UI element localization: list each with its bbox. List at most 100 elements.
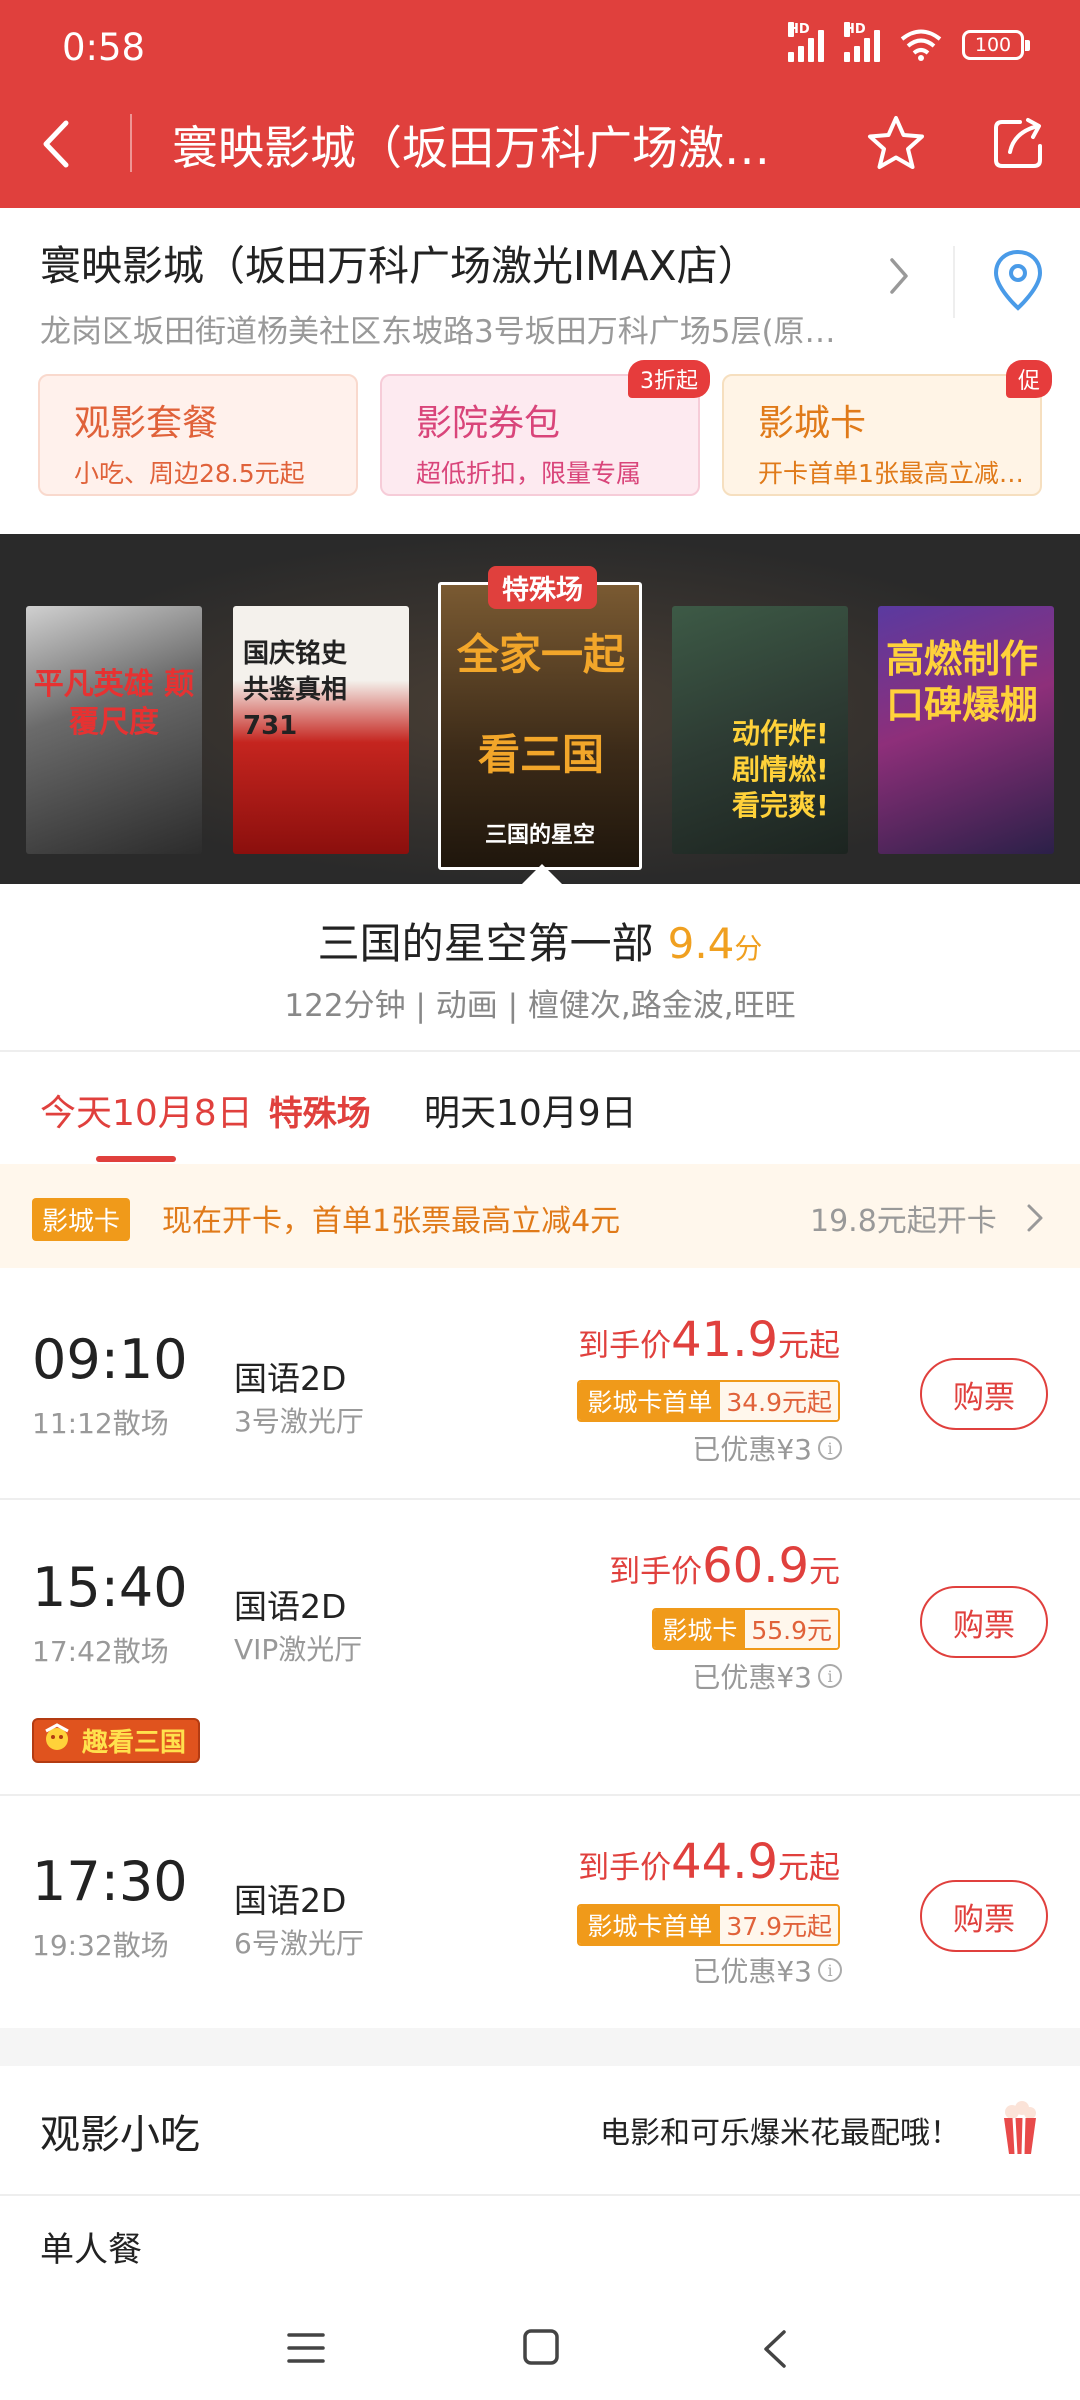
- discount-info[interactable]: 已优惠¥3 i: [692, 1950, 842, 1990]
- event-tag[interactable]: 趣看三国: [32, 1718, 201, 1763]
- battery-icon: 100: [962, 30, 1030, 60]
- service-cards: 观影套餐 小吃、周边28.5元起 3折起 影院券包 超低折扣，限量专属 促 影城…: [38, 360, 1052, 496]
- cinema-name[interactable]: 寰映影城（坂田万科广场激光IMAX店）: [40, 232, 759, 292]
- card-member[interactable]: 促 影城卡 开卡首单1张最高立减4元: [722, 360, 1052, 496]
- poster-text: 国庆铭史 共鉴真相 731: [243, 639, 348, 741]
- divider: [0, 2194, 1080, 2196]
- price-value: 44.9: [671, 1834, 778, 1890]
- discount-info[interactable]: 已优惠¥3 i: [692, 1656, 842, 1696]
- price-label: 到手价: [578, 1328, 672, 1364]
- member-card-price: 影城卡首单 37.9元起: [577, 1904, 840, 1946]
- chevron-right-icon: [1027, 1204, 1043, 1232]
- share-button[interactable]: [986, 112, 1050, 176]
- show-price: 到手价44.9元起: [578, 1834, 840, 1890]
- favorite-button[interactable]: [864, 112, 928, 176]
- info-icon: i: [818, 1664, 842, 1688]
- card-title: 影城卡: [758, 403, 867, 444]
- info-divider: [953, 246, 955, 318]
- poster-1[interactable]: 平凡英雄 颠覆尺度: [26, 606, 202, 854]
- poster-text: 动作炸! 剧情燃! 看完爽!: [732, 717, 829, 822]
- member-card-price: 影城卡首单 34.9元起: [577, 1380, 840, 1422]
- show-hall: VIP激光厅: [234, 1633, 363, 1666]
- saved-amount: 已优惠¥3: [692, 1661, 812, 1694]
- movie-title: 三国的星空第一部: [317, 919, 654, 968]
- signal-hd-label-2: HD: [844, 22, 866, 37]
- snacks-subtitle: 电影和可乐爆米花最配哦！: [600, 2116, 960, 2151]
- poster-text: 平凡英雄 颠覆尺度: [33, 667, 195, 740]
- discount-info[interactable]: 已优惠¥3 i: [692, 1428, 842, 1468]
- movie-title-row[interactable]: 三国的星空第一部 9.4分: [0, 910, 1080, 971]
- home-icon[interactable]: [522, 2328, 560, 2366]
- signal-hd-label: HD: [788, 22, 810, 37]
- showtime-row[interactable]: 15:40 17:42散场 国语2D VIP激光厅 到手价60.9元 影城卡 55…: [0, 1498, 1080, 1794]
- show-hall: 3号激光厅: [234, 1405, 364, 1438]
- popcorn-icon: [1004, 2101, 1036, 2155]
- location-pin-icon[interactable]: [990, 248, 1046, 312]
- back-button[interactable]: [30, 112, 80, 176]
- promo-badge: 影城卡: [32, 1198, 131, 1241]
- signal-icon: HD: [788, 22, 824, 62]
- share-icon: [994, 118, 1042, 168]
- top-bar: 0:58 HD HD 100 寰映影城（坂田万科广场激光IMAX店）: [0, 0, 1080, 208]
- section-gap: [0, 2028, 1080, 2066]
- show-start-time: 17:30: [32, 1850, 188, 1913]
- show-start-time: 15:40: [32, 1556, 188, 1619]
- card-title: 观影套餐: [74, 403, 219, 444]
- card-price-label: 影城卡首单: [579, 1382, 721, 1420]
- card-price-label: 影城卡: [654, 1610, 746, 1648]
- card-title: 影院券包: [416, 403, 561, 444]
- show-hall: 6号激光厅: [234, 1927, 364, 1960]
- tab-today[interactable]: 今天10月8日 特殊场: [40, 1084, 371, 1136]
- show-end-time: 19:32散场: [32, 1929, 169, 1962]
- special-screening-tag: 特殊场: [488, 566, 597, 609]
- price-value: 60.9: [702, 1538, 809, 1594]
- card-combo[interactable]: 观影套餐 小吃、周边28.5元起: [38, 374, 358, 496]
- discount-badge: 3折起: [628, 360, 710, 398]
- poster-4[interactable]: 动作炸! 剧情燃! 看完爽!: [672, 606, 848, 854]
- buy-ticket-button[interactable]: 购票: [920, 1358, 1048, 1430]
- card-coupon-pack[interactable]: 3折起 影院券包 超低折扣，限量专属: [380, 360, 710, 496]
- saved-amount: 已优惠¥3: [692, 1955, 812, 1988]
- snacks-title: 观影小吃: [40, 2112, 200, 2158]
- card-price-value: 37.9元起: [720, 1906, 838, 1944]
- mascot-icon: [45, 1723, 69, 1750]
- event-tag-label: 趣看三国: [82, 1728, 187, 1758]
- cinema-address[interactable]: 龙岗区坂田街道杨美社区东坡路3号坂田万科广场5层(原“天虹商场”): [40, 306, 840, 351]
- poster-text: 全家一起 看三国: [456, 630, 625, 779]
- price-label: 到手价: [609, 1554, 703, 1590]
- show-start-time: 09:10: [32, 1328, 188, 1391]
- tab-today-label: 今天10月8日: [40, 1093, 253, 1134]
- buy-ticket-button[interactable]: 购票: [920, 1586, 1048, 1658]
- card-subtitle: 开卡首单1张最高立减4元: [758, 459, 1028, 488]
- member-card-promo[interactable]: 影城卡 现在开卡，首单1张票最高立减4元 19.8元起开卡: [0, 1164, 1080, 1268]
- poster-2[interactable]: 国庆铭史 共鉴真相 731: [233, 606, 409, 854]
- price-unit: 元起: [778, 1328, 840, 1364]
- divider: [0, 1050, 1080, 1052]
- price-label: 到手价: [578, 1850, 672, 1886]
- star-outline-icon: [868, 116, 924, 169]
- member-card-price: 影城卡 55.9元: [652, 1608, 840, 1650]
- show-end-time: 11:12散场: [32, 1407, 169, 1440]
- buy-ticket-button[interactable]: 购票: [920, 1880, 1048, 1952]
- show-language: 国语2D: [234, 1359, 347, 1398]
- info-icon: i: [818, 1958, 842, 1982]
- showtime-row[interactable]: 09:10 11:12散场 国语2D 3号激光厅 到手价41.9元起 影城卡首单…: [0, 1268, 1080, 1498]
- nav-divider: [130, 114, 132, 172]
- promo-price: 19.8元起开卡: [810, 1204, 997, 1239]
- card-price-value: 55.9元: [745, 1610, 838, 1648]
- menu-icon[interactable]: [286, 2330, 326, 2366]
- status-time: 0:58: [62, 26, 146, 69]
- showtime-row[interactable]: 17:30 19:32散场 国语2D 6号激光厅 到手价44.9元起 影城卡首单…: [0, 1794, 1080, 2028]
- show-language: 国语2D: [234, 1881, 347, 1920]
- price-unit: 元起: [778, 1850, 840, 1886]
- snack-category[interactable]: 单人餐: [40, 2222, 142, 2271]
- tab-special-label: 特殊场: [268, 1094, 371, 1134]
- chevron-right-icon[interactable]: [884, 254, 914, 298]
- poster-5[interactable]: 高燃制作 口碑爆棚: [878, 606, 1054, 854]
- back-icon[interactable]: [760, 2328, 790, 2370]
- show-price: 到手价41.9元起: [578, 1312, 840, 1368]
- tab-tomorrow[interactable]: 明天10月9日: [424, 1084, 637, 1136]
- poster-active[interactable]: 全家一起 看三国 三国的星空: [438, 582, 642, 870]
- price-value: 41.9: [671, 1312, 778, 1368]
- signal-icon-2: HD: [844, 22, 880, 62]
